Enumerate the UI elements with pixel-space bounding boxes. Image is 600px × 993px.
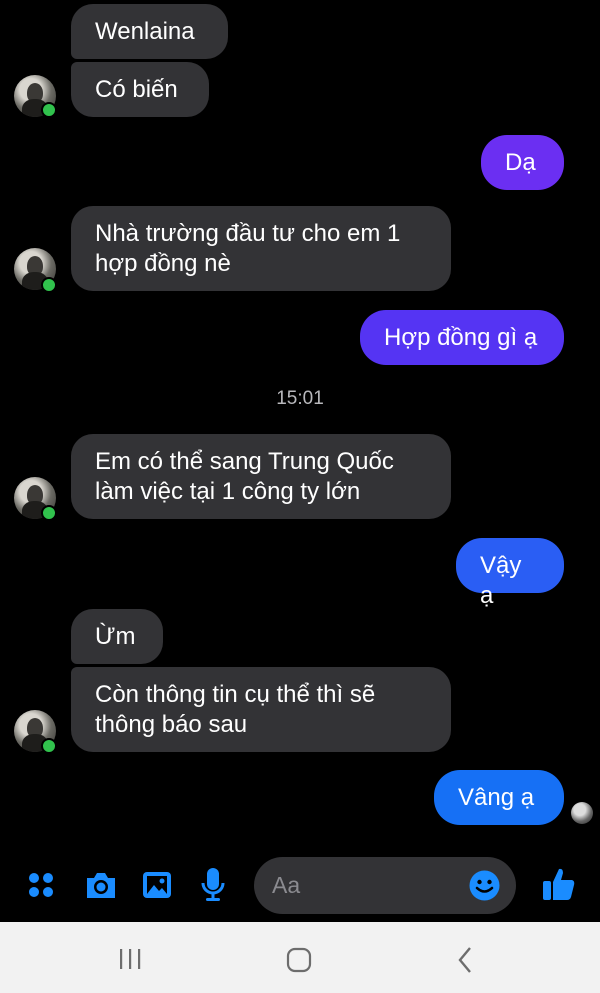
message-bubble-incoming[interactable]: Ừm	[71, 609, 163, 664]
back-icon[interactable]	[456, 946, 474, 974]
apps-icon[interactable]	[26, 870, 56, 900]
like-icon[interactable]	[542, 866, 576, 902]
recent-apps-icon[interactable]	[118, 947, 142, 971]
message-bubble-outgoing[interactable]: Vâng ạ	[434, 770, 564, 825]
message-bubble-incoming[interactable]: Có biến	[71, 62, 209, 117]
home-icon[interactable]	[286, 947, 312, 973]
camera-icon[interactable]	[84, 870, 118, 900]
gallery-icon[interactable]	[142, 870, 172, 900]
message-bubble-outgoing[interactable]: Hợp đồng gì ạ	[360, 310, 564, 365]
message-bubble-incoming[interactable]: Wenlaina	[71, 4, 228, 59]
online-indicator	[41, 505, 57, 521]
microphone-icon[interactable]	[200, 867, 226, 903]
message-input-placeholder: Aa	[272, 872, 301, 898]
message-bubble-incoming[interactable]: Còn thông tin cụ thể thì sẽ thông báo sa…	[71, 667, 451, 752]
online-indicator	[41, 102, 57, 118]
seen-receipt-avatar	[571, 802, 593, 824]
emoji-icon[interactable]	[469, 870, 500, 901]
message-bubble-outgoing[interactable]: Dạ	[481, 135, 564, 190]
message-bubble-outgoing[interactable]: Vậy ạ	[456, 538, 564, 609]
message-bubble-incoming[interactable]: Em có thể sang Trung Quốc làm việc tại 1…	[71, 434, 451, 519]
message-bubble-incoming[interactable]: Nhà trường đầu tư cho em 1 hợp đồng nè	[71, 206, 451, 291]
online-indicator	[41, 277, 57, 293]
message-timestamp: 15:01	[276, 388, 324, 409]
online-indicator	[41, 738, 57, 754]
